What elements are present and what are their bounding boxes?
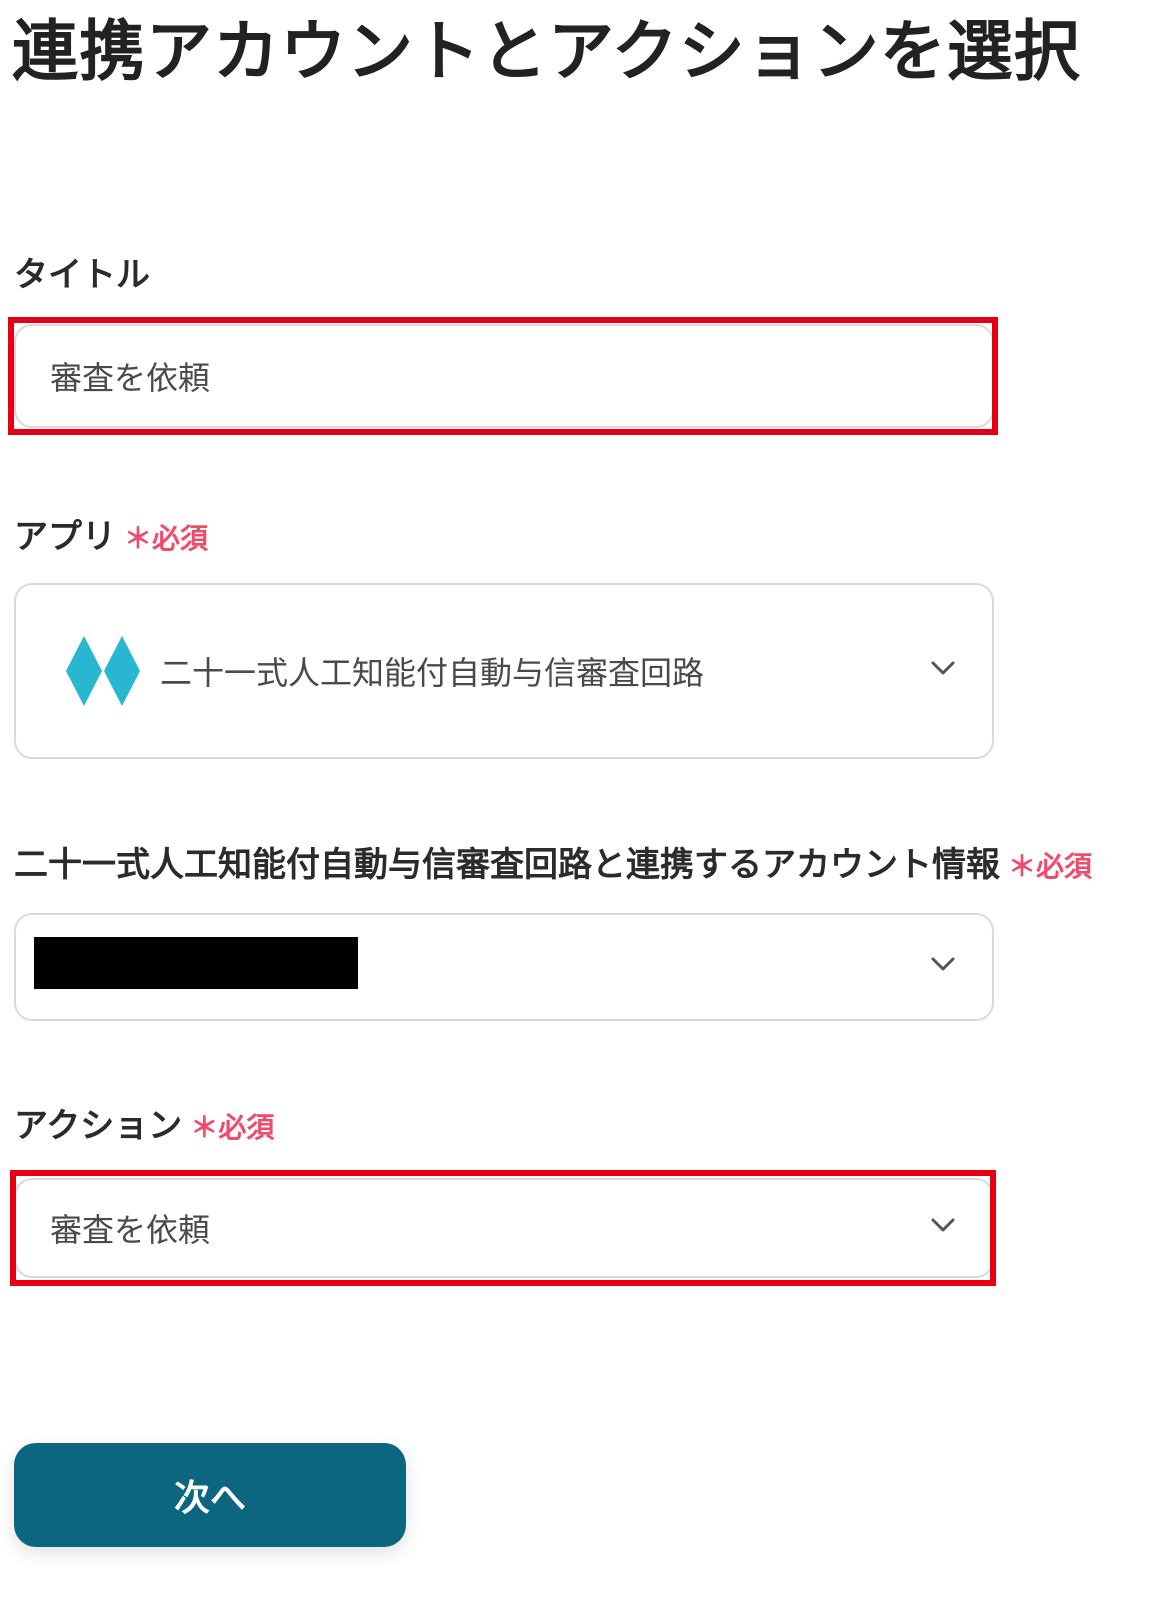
app-label: アプリ ＊必須 — [14, 515, 208, 561]
action-label: アクション ＊必須 — [14, 1104, 274, 1150]
account-label-text: 二十一式人工知能付自動与信審査回路と連携するアカウント情報 — [14, 845, 1000, 885]
title-label-text: タイトル — [14, 255, 150, 295]
page-title: 連携アカウントとアクションを選択 — [12, 13, 1081, 90]
action-required-badge: ＊必須 — [190, 1111, 274, 1144]
required-text: 必須 — [1036, 850, 1093, 883]
account-required-badge: ＊必須 — [1008, 850, 1092, 883]
title-label: タイトル — [14, 253, 150, 297]
app-label-text: アプリ — [14, 517, 116, 557]
redacted-account-value — [34, 937, 358, 989]
app-select[interactable]: 二十一式人工知能付自動与信審査回路 — [14, 583, 994, 759]
title-input[interactable]: 審査を依頼 — [14, 324, 994, 428]
title-input-value: 審査を依頼 — [50, 359, 211, 397]
next-button[interactable]: 次へ — [14, 1443, 406, 1547]
diamond-logo-icon — [66, 636, 140, 706]
required-text: 必須 — [152, 522, 209, 555]
action-label-text: アクション — [14, 1106, 183, 1146]
account-select[interactable] — [14, 913, 994, 1021]
chevron-down-icon[interactable] — [928, 1210, 958, 1240]
chevron-down-icon[interactable] — [928, 653, 958, 683]
required-text: 必須 — [218, 1111, 275, 1144]
required-asterisk: ＊ — [1008, 850, 1037, 883]
app-select-value: 二十一式人工知能付自動与信審査回路 — [160, 654, 705, 692]
action-select-value: 審査を依頼 — [50, 1211, 211, 1249]
app-required-badge: ＊必須 — [124, 522, 208, 555]
chevron-down-icon[interactable] — [928, 949, 958, 979]
required-asterisk: ＊ — [124, 522, 153, 555]
required-asterisk: ＊ — [190, 1111, 219, 1144]
action-select[interactable]: 審査を依頼 — [14, 1178, 994, 1278]
account-label: 二十一式人工知能付自動与信審査回路と連携するアカウント情報 ＊必須 — [14, 843, 1092, 889]
